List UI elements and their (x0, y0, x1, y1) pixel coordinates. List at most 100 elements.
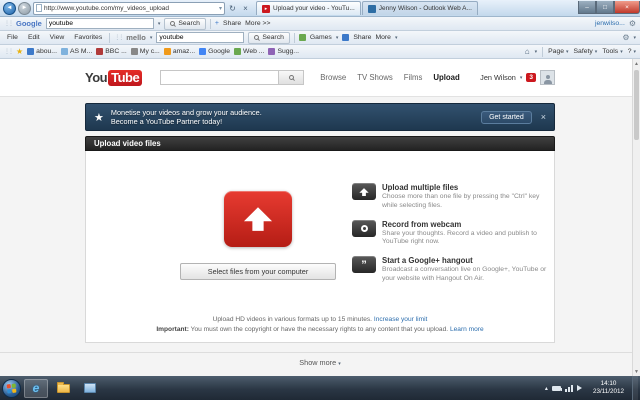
search-history-caret-icon[interactable]: ▾ (158, 21, 161, 27)
favorite-item[interactable]: My c... (130, 48, 160, 55)
home-icon[interactable]: ⌂ (525, 47, 530, 56)
maximize-button[interactable]: □ (596, 1, 614, 14)
page-viewport: You Tube Browse TV Shows Films Upload Je (0, 59, 640, 376)
avatar[interactable] (540, 70, 555, 85)
games-caret-icon[interactable]: ▾ (336, 35, 339, 41)
start-button[interactable] (2, 378, 21, 398)
favorite-item[interactable]: Web ... (234, 48, 264, 55)
toolbar-share-button[interactable]: Share (353, 34, 371, 41)
forward-button[interactable]: ► (18, 1, 31, 15)
nav-upload[interactable]: Upload (433, 73, 459, 82)
menu-view[interactable]: View (47, 34, 68, 41)
second-toolbar-caret-icon[interactable]: ▾ (150, 35, 153, 41)
tab-outlook[interactable]: Jenny Wilson - Outlook Web A... (361, 1, 478, 15)
menu-edit[interactable]: Edit (25, 34, 43, 41)
favorite-item[interactable]: Sugg... (268, 48, 299, 55)
youtube-search-input[interactable] (160, 70, 279, 85)
nav-films[interactable]: Films (404, 73, 423, 82)
google-share-button[interactable]: Share (223, 20, 241, 27)
favorite-item[interactable]: abou... (27, 48, 57, 55)
tab-strip: ▸ Upload your video - YouTu... Jenny Wil… (256, 1, 478, 15)
back-button[interactable]: ◄ (3, 1, 16, 15)
toolbar-gear-icon[interactable]: ⚙ (629, 19, 636, 28)
youtube-search (160, 70, 305, 85)
person-icon (543, 75, 553, 84)
second-toolbar-search-button[interactable]: Search (248, 31, 290, 44)
favicon-icon (163, 48, 171, 55)
favorites-star-icon[interactable]: ★ (16, 47, 23, 56)
hidden-icons-button[interactable]: ▴ (545, 385, 548, 392)
browser-titlebar: ◄ ► http://www.youtube.com/my_videos_upl… (0, 0, 640, 17)
nav-tv-shows[interactable]: TV Shows (357, 73, 393, 82)
toolbar-more-button[interactable]: More (375, 34, 391, 41)
favorite-label: My c... (139, 48, 160, 55)
notification-badge[interactable]: 3 (526, 73, 536, 82)
battery-icon[interactable] (551, 385, 562, 391)
help-menu-button[interactable]: ? ▾ (628, 48, 636, 55)
option-title: Upload multiple files (382, 183, 459, 192)
taskbar-clock[interactable]: 14:10 23/11/2012 (589, 380, 628, 396)
second-toolbar-search-input[interactable] (156, 32, 245, 43)
address-dropdown-icon[interactable]: ▾ (219, 5, 222, 12)
taskbar-app-button[interactable] (78, 379, 102, 398)
taskbar-ie-button[interactable]: e (24, 378, 48, 398)
favorite-item[interactable]: AS M... (60, 48, 92, 55)
google-account-link[interactable]: jenwilso... (595, 20, 625, 27)
more-caret-icon[interactable]: ▾ (395, 35, 398, 41)
stop-button[interactable]: × (240, 4, 251, 13)
option-multiple-files[interactable]: Upload multiple files Choose more than o… (352, 183, 550, 211)
safety-menu-button[interactable]: Safety ▾ (574, 48, 598, 55)
scroll-up-button[interactable]: ▲ (633, 59, 640, 68)
clock-time: 14:10 (600, 380, 617, 388)
menu-favorites[interactable]: Favorites (71, 34, 105, 41)
option-hangout[interactable]: ” Start a Google+ hangout Broadcast a co… (352, 256, 550, 284)
home-caret-icon[interactable]: ▾ (535, 49, 538, 55)
google-search-button[interactable]: Search (164, 17, 206, 30)
favorite-item[interactable]: amaz... (163, 48, 195, 55)
youtube-logo[interactable]: You Tube (85, 69, 143, 86)
scrollbar-thumb[interactable] (634, 70, 639, 140)
tools-menu-button[interactable]: Tools ▾ (602, 48, 622, 55)
taskbar-explorer-button[interactable] (51, 379, 75, 398)
nav-browse[interactable]: Browse (320, 73, 346, 82)
minimize-button[interactable]: – (578, 1, 596, 14)
upload-arrow-icon (243, 207, 273, 231)
option-webcam[interactable]: Record from webcam Share your thoughts. … (352, 219, 550, 248)
menu-file[interactable]: File (4, 34, 21, 41)
plus-icon[interactable]: + (215, 20, 219, 27)
google-toolbar-search-input[interactable] (45, 18, 154, 29)
tab-youtube-upload[interactable]: ▸ Upload your video - YouTu... (256, 1, 361, 15)
get-started-button[interactable]: Get started (481, 110, 532, 124)
close-button[interactable]: × (614, 1, 640, 14)
address-url[interactable]: http://www.youtube.com/my_videos_upload (44, 5, 169, 12)
banner-close-icon[interactable]: × (541, 112, 546, 122)
scroll-down-button[interactable]: ▼ (633, 367, 640, 376)
option-desc: Choose more than one file by pressing th… (382, 193, 540, 209)
volume-icon[interactable] (576, 385, 585, 391)
network-icon[interactable] (564, 384, 573, 392)
toolbar-options-caret-icon[interactable]: ▾ (633, 35, 636, 41)
user-caret-icon[interactable]: ▾ (520, 75, 523, 81)
vertical-scrollbar[interactable]: ▲ ▼ (632, 59, 640, 376)
games-menu-button[interactable]: Games (310, 34, 332, 41)
favicon-icon (234, 48, 242, 55)
select-files-button[interactable]: Select files from your computer (180, 263, 336, 280)
settings-gear-icon[interactable]: ⚙ (622, 33, 629, 42)
learn-more-link[interactable]: Learn more (450, 326, 484, 333)
show-desktop-button[interactable] (632, 376, 638, 400)
favorite-item[interactable]: BBC ... (96, 48, 127, 55)
upload-arrow-button[interactable] (224, 191, 292, 247)
refresh-button[interactable]: ↻ (227, 4, 238, 13)
username[interactable]: Jen Wilson (480, 73, 516, 82)
google-more-button[interactable]: More >> (245, 20, 270, 27)
favorite-item[interactable]: Google (199, 48, 230, 55)
address-bar[interactable]: http://www.youtube.com/my_videos_upload … (33, 1, 225, 15)
page-menu-button[interactable]: Page ▾ (548, 48, 568, 55)
increase-limit-link[interactable]: Increase your limit (374, 316, 428, 323)
show-more-button[interactable]: Show more ▾ (299, 358, 340, 367)
youtube-search-button[interactable] (278, 70, 305, 85)
search-icon (170, 21, 176, 26)
second-toolbar-logo[interactable]: mello (126, 33, 146, 42)
google-toolbar-logo[interactable]: Google (16, 19, 42, 28)
youtube-nav: Browse TV Shows Films Upload (320, 73, 460, 82)
